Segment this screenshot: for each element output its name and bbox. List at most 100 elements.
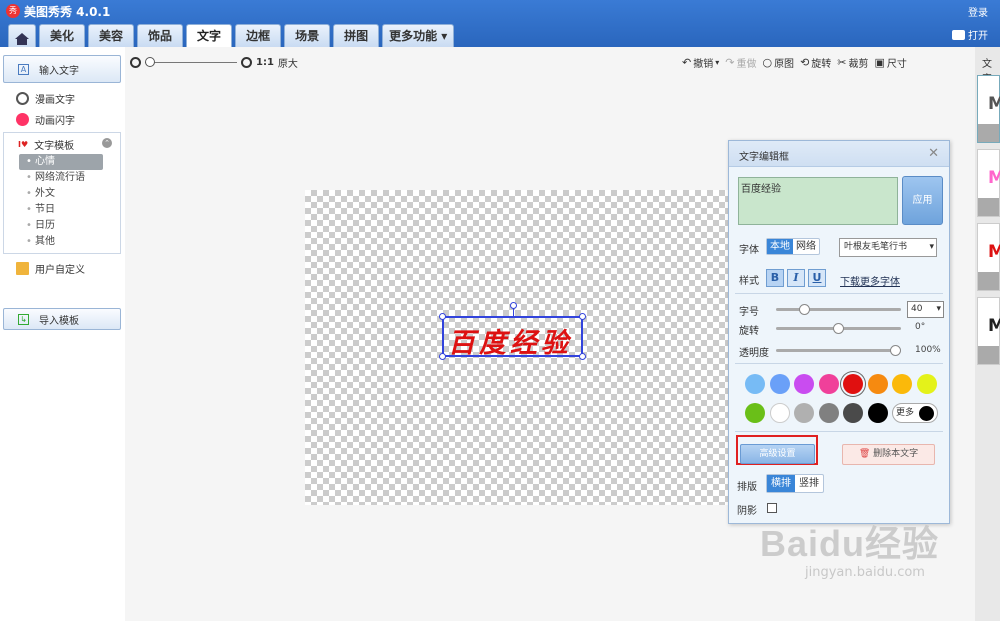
- anim-text-label: 动画闪字: [35, 116, 75, 127]
- image-canvas[interactable]: 百度经验: [305, 190, 735, 505]
- resize-handle-br[interactable]: [579, 353, 586, 360]
- material-thumb[interactable]: M: [977, 75, 1000, 143]
- more-colors-button[interactable]: 更多: [892, 403, 938, 423]
- color-swatch[interactable]: [892, 374, 912, 394]
- resize-handle-tr[interactable]: [579, 313, 586, 320]
- size-slider[interactable]: [776, 304, 901, 315]
- current-color-swatch: [919, 406, 934, 421]
- tab-home[interactable]: [8, 24, 36, 47]
- color-swatch[interactable]: [769, 403, 790, 423]
- color-swatch[interactable]: [745, 403, 765, 423]
- anim-text-item[interactable]: 动画闪字: [16, 112, 75, 127]
- template-item-slang[interactable]: 网络流行语: [19, 170, 103, 186]
- crop-label: 裁剪: [848, 59, 869, 70]
- template-item-calendar[interactable]: 日历: [19, 218, 103, 234]
- apply-button[interactable]: 应用: [902, 176, 943, 225]
- input-text-button[interactable]: A 输入文字: [3, 55, 121, 83]
- left-sidebar: A 输入文字 漫画文字 动画闪字 I♥ 文字模板 ⌃ 心情 网络流行语 外文 节…: [0, 47, 125, 621]
- color-swatch[interactable]: [843, 403, 863, 423]
- bold-button[interactable]: B: [766, 269, 784, 287]
- color-swatch[interactable]: [769, 374, 790, 394]
- tab-border[interactable]: 边框: [235, 24, 282, 47]
- italic-button[interactable]: I: [787, 269, 805, 287]
- color-swatch[interactable]: [818, 374, 839, 394]
- material-thumb[interactable]: M: [977, 297, 1000, 365]
- undo-button[interactable]: ↶ 撤销 ▾: [682, 55, 719, 70]
- resize-handle-bl[interactable]: [439, 353, 446, 360]
- color-swatch[interactable]: [745, 374, 765, 394]
- zoom-ratio[interactable]: 1:1: [256, 57, 274, 68]
- rotate-icon: ⟲: [800, 56, 810, 69]
- zoom-slider-knob[interactable]: [145, 57, 155, 67]
- rotate-slider[interactable]: [776, 323, 901, 334]
- color-swatch[interactable]: [794, 403, 814, 423]
- tab-text[interactable]: 文字: [186, 24, 233, 47]
- tab-more[interactable]: 更多功能 ▾: [382, 24, 455, 47]
- advanced-settings-button[interactable]: 高级设置: [740, 444, 815, 464]
- resize-handle-tl[interactable]: [439, 313, 446, 320]
- layout-horizontal-option[interactable]: 横排: [767, 475, 795, 492]
- tab-beautify[interactable]: 美化: [39, 24, 86, 47]
- redo-button[interactable]: ↷ 重做: [725, 55, 756, 70]
- zoom-slider[interactable]: [145, 57, 237, 67]
- download-fonts-link[interactable]: 下载更多字体: [840, 273, 900, 288]
- open-button[interactable]: 打开: [952, 27, 988, 42]
- layout-label: 排版: [737, 482, 757, 493]
- login-link[interactable]: 登录: [968, 4, 988, 19]
- material-thumb[interactable]: M: [977, 223, 1000, 291]
- font-net-option[interactable]: 网络: [793, 239, 819, 254]
- thumb-footer: [978, 346, 999, 364]
- collapse-icon[interactable]: ⌃: [102, 138, 112, 148]
- shadow-checkbox[interactable]: [767, 503, 777, 513]
- original-button[interactable]: ○ 原图: [762, 55, 794, 70]
- tab-scene[interactable]: 场景: [284, 24, 331, 47]
- delete-text-button[interactable]: 🗑 删除本文字: [842, 444, 935, 465]
- app-title: 美图秀秀 4.0.1: [24, 5, 111, 19]
- size-select[interactable]: 40 ▾: [907, 301, 944, 318]
- dialog-header[interactable]: 文字编辑框 ✕: [729, 141, 949, 167]
- rotate-button[interactable]: ⟲ 旋转: [800, 55, 831, 70]
- font-local-option[interactable]: 本地: [767, 239, 793, 254]
- opacity-slider-knob[interactable]: [890, 345, 901, 356]
- templates-header[interactable]: I♥ 文字模板: [18, 137, 74, 152]
- text-input[interactable]: 百度经验: [738, 177, 898, 225]
- font-select-value: 叶根友毛笔行书: [844, 242, 908, 252]
- color-swatch[interactable]: [916, 374, 937, 394]
- zoom-in-icon[interactable]: [241, 57, 252, 68]
- font-select[interactable]: 叶根友毛笔行书 ▾: [839, 238, 937, 257]
- import-template-button[interactable]: ↳ 导入模板: [3, 308, 121, 330]
- color-swatch[interactable]: [818, 403, 839, 423]
- color-swatch[interactable]: [843, 374, 863, 394]
- text-object[interactable]: 百度经验: [439, 302, 586, 360]
- comic-text-item[interactable]: 漫画文字: [16, 91, 75, 106]
- template-item-foreign[interactable]: 外文: [19, 186, 103, 202]
- template-item-mood[interactable]: 心情: [19, 154, 103, 170]
- zoom-out-icon[interactable]: [130, 57, 141, 68]
- underline-button[interactable]: U: [808, 269, 826, 287]
- material-thumb[interactable]: M: [977, 149, 1000, 217]
- rotate-handle[interactable]: [510, 302, 517, 309]
- redo-icon: ↷: [725, 56, 735, 69]
- tab-beauty[interactable]: 美容: [88, 24, 135, 47]
- original-size-label[interactable]: 原大: [278, 55, 298, 70]
- template-item-other[interactable]: 其他: [19, 234, 103, 250]
- user-custom-item[interactable]: 用户自定义: [16, 261, 85, 276]
- close-icon[interactable]: ✕: [928, 146, 939, 161]
- size-button[interactable]: ▣ 尺寸: [875, 55, 907, 70]
- crop-button[interactable]: ✂ 裁剪: [837, 55, 868, 70]
- layout-vertical-option[interactable]: 竖排: [795, 475, 823, 492]
- rotate-label: 旋转: [811, 59, 832, 70]
- opacity-slider[interactable]: [776, 345, 901, 356]
- thumb-letter: M: [988, 168, 1000, 188]
- color-swatch[interactable]: [794, 374, 814, 394]
- color-swatch[interactable]: [867, 374, 888, 394]
- size-slider-knob[interactable]: [798, 304, 810, 315]
- tab-accessory[interactable]: 饰品: [137, 24, 184, 47]
- rotate-slider-knob[interactable]: [833, 323, 844, 334]
- trash-icon: 🗑: [858, 449, 871, 459]
- tab-collage[interactable]: 拼图: [333, 24, 380, 47]
- opacity-label: 透明度: [739, 348, 769, 359]
- comic-text-label: 漫画文字: [35, 95, 75, 106]
- template-item-holiday[interactable]: 节日: [19, 202, 103, 218]
- color-swatch[interactable]: [867, 403, 888, 423]
